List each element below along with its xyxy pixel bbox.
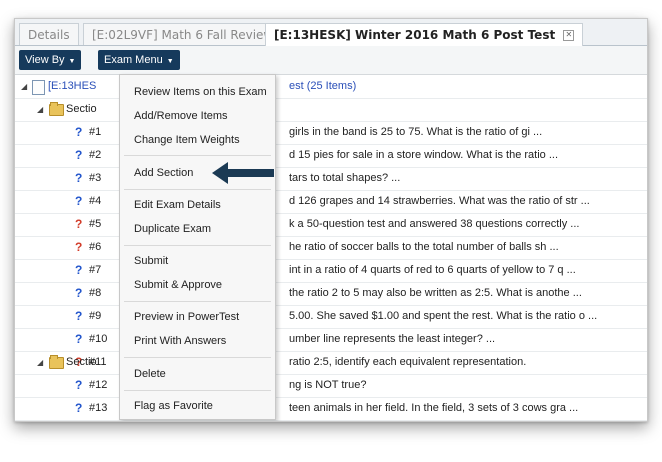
menu-divider bbox=[124, 155, 271, 156]
question-mark-icon: ? bbox=[75, 217, 83, 231]
item-number: #3 bbox=[89, 172, 102, 184]
exam-root-count: est (25 Items) bbox=[289, 80, 357, 92]
tab-label: Details bbox=[28, 28, 70, 42]
question-mark-icon: ? bbox=[75, 240, 83, 254]
close-icon[interactable]: ✕ bbox=[563, 30, 575, 41]
item-number: #5 bbox=[89, 218, 102, 230]
section-label: Sectio bbox=[66, 356, 97, 368]
menu-divider bbox=[124, 357, 271, 358]
menu-divider bbox=[124, 189, 271, 190]
menu-item-duplicate-exam[interactable]: Duplicate Exam bbox=[134, 223, 211, 235]
chevron-down-icon: ▼ bbox=[166, 58, 174, 65]
menu-item-review-items[interactable]: Review Items on this Exam bbox=[134, 86, 267, 98]
item-number: #10 bbox=[89, 333, 108, 345]
item-text: the ratio 2 to 5 may also be written as … bbox=[289, 287, 582, 299]
menu-divider bbox=[124, 245, 271, 246]
question-mark-icon: ? bbox=[75, 263, 83, 277]
table-row[interactable]: ? #4 d 126 grapes and 14 strawberries. Wha… bbox=[15, 190, 647, 214]
item-text: teen animals in her field. In the field,… bbox=[289, 402, 579, 414]
item-text: k a 50-question test and answered 38 que… bbox=[289, 218, 580, 230]
chevron-down-icon: ▼ bbox=[68, 58, 76, 65]
menu-item-change-item-weights[interactable]: Change Item Weights bbox=[134, 134, 240, 146]
exam-document-icon bbox=[32, 80, 45, 95]
item-text: umber line represents the least integer?… bbox=[289, 333, 496, 345]
item-number: #9 bbox=[89, 310, 102, 322]
table-row[interactable]: ? #9 5.00. She saved $1.00 and spent the r… bbox=[15, 305, 647, 329]
table-row[interactable]: ? #2 d 15 pies for sale in a store window.… bbox=[15, 144, 647, 168]
menu-item-add-remove-items[interactable]: Add/Remove Items bbox=[134, 110, 228, 122]
item-number: #7 bbox=[89, 264, 102, 276]
question-mark-icon: ? bbox=[75, 125, 83, 139]
question-mark-icon: ? bbox=[75, 378, 83, 392]
toolbar: View By ▼ Exam Menu ▼ bbox=[15, 46, 647, 75]
exam-menu-button[interactable]: Exam Menu ▼ bbox=[98, 50, 180, 70]
item-text: ng is NOT true? bbox=[289, 379, 367, 391]
table-row[interactable]: ? #8 the ratio 2 to 5 may also be written … bbox=[15, 282, 647, 306]
item-text: girls in the band is 25 to 75. What is t… bbox=[289, 126, 543, 138]
expand-icon[interactable]: ◢ bbox=[37, 98, 43, 121]
item-number: #8 bbox=[89, 287, 102, 299]
table-row[interactable]: ? #7 int in a ratio of 4 quarts of red to … bbox=[15, 259, 647, 283]
section-label: Sectio bbox=[66, 103, 97, 115]
button-label: Exam Menu bbox=[104, 54, 163, 66]
menu-item-submit[interactable]: Submit bbox=[134, 255, 168, 267]
table-row[interactable]: ? #5 k a 50-question test and answered 38 … bbox=[15, 213, 647, 237]
item-text: d 15 pies for sale in a store window. Wh… bbox=[289, 149, 559, 161]
expand-icon[interactable]: ◢ bbox=[21, 75, 27, 98]
pointer-arrow-icon bbox=[212, 162, 274, 184]
item-number: #6 bbox=[89, 241, 102, 253]
question-mark-icon: ? bbox=[75, 309, 83, 323]
exam-window: Details [E:02L9VF] Math 6 Fall Review ✕ … bbox=[14, 18, 648, 422]
table-row[interactable]: ? #1 girls in the band is 25 to 75. What i… bbox=[15, 121, 647, 145]
menu-item-add-section[interactable]: Add Section bbox=[134, 167, 193, 179]
menu-item-delete[interactable]: Delete bbox=[134, 368, 166, 380]
item-number: #2 bbox=[89, 149, 102, 161]
table-row[interactable]: ? #10 umber line represents the least inte… bbox=[15, 328, 647, 352]
tree-section-row[interactable]: ◢ Sectio bbox=[15, 98, 647, 122]
question-mark-icon: ? bbox=[75, 332, 83, 346]
question-mark-icon: ? bbox=[75, 171, 83, 185]
item-number: #1 bbox=[89, 126, 102, 138]
tab-winter-2016-post-test[interactable]: [E:13HESK] Winter 2016 Math 6 Post Test … bbox=[265, 23, 584, 46]
tab-label: [E:02L9VF] Math 6 Fall Review bbox=[92, 28, 274, 42]
question-mark-icon: ? bbox=[75, 401, 83, 415]
tab-bar: Details [E:02L9VF] Math 6 Fall Review ✕ … bbox=[15, 19, 647, 46]
menu-divider bbox=[124, 390, 271, 391]
item-number: #13 bbox=[89, 402, 108, 414]
question-mark-icon: ? bbox=[75, 148, 83, 162]
tree-root-row[interactable]: ◢ [E:13HES est (25 Items) bbox=[15, 75, 647, 99]
item-text: tars to total shapes? ... bbox=[289, 172, 401, 184]
folder-icon bbox=[49, 355, 64, 369]
menu-item-flag-as-favorite[interactable]: Flag as Favorite bbox=[134, 400, 213, 412]
expand-icon[interactable]: ◢ bbox=[37, 351, 43, 374]
menu-item-print-with-answers[interactable]: Print With Answers bbox=[134, 335, 226, 347]
table-row[interactable]: ? #12 ng is NOT true? bbox=[15, 374, 647, 398]
tab-details[interactable]: Details bbox=[19, 23, 79, 45]
item-number: #4 bbox=[89, 195, 102, 207]
table-row[interactable]: ? #6 he ratio of soccer balls to the total… bbox=[15, 236, 647, 260]
question-mark-icon: ? bbox=[75, 194, 83, 208]
exam-menu-dropdown: Review Items on this Exam Add/Remove Ite… bbox=[119, 74, 276, 420]
item-number: #12 bbox=[89, 379, 108, 391]
menu-item-edit-exam-details[interactable]: Edit Exam Details bbox=[134, 199, 221, 211]
button-label: View By bbox=[25, 54, 65, 66]
menu-item-submit-and-approve[interactable]: Submit & Approve bbox=[134, 279, 222, 291]
item-text: 5.00. She saved $1.00 and spent the rest… bbox=[289, 310, 598, 322]
folder-icon bbox=[49, 102, 64, 116]
item-text: int in a ratio of 4 quarts of red to 6 q… bbox=[289, 264, 576, 276]
question-mark-icon: ? bbox=[75, 286, 83, 300]
tab-label: [E:13HESK] Winter 2016 Math 6 Post Test bbox=[274, 28, 556, 42]
exam-root-label[interactable]: [E:13HES bbox=[48, 75, 96, 98]
menu-divider bbox=[124, 301, 271, 302]
table-row[interactable]: ? #3 tars to total shapes? ... bbox=[15, 167, 647, 191]
item-text: he ratio of soccer balls to the total nu… bbox=[289, 241, 559, 253]
view-by-button[interactable]: View By ▼ bbox=[19, 50, 82, 70]
menu-item-preview-in-powertest[interactable]: Preview in PowerTest bbox=[134, 311, 239, 323]
tree-section-row[interactable]: ◢ Sectio bbox=[15, 351, 647, 375]
item-text: d 126 grapes and 14 strawberries. What w… bbox=[289, 195, 590, 207]
table-row[interactable]: ? #13 teen animals in her field. In the fi… bbox=[15, 397, 647, 421]
